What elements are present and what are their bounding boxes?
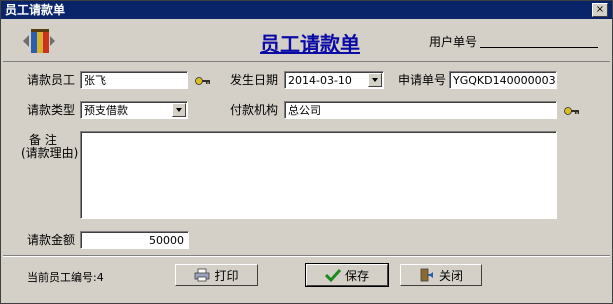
date-dropdown-icon[interactable] <box>368 73 382 87</box>
employee-lookup-icon[interactable] <box>195 76 211 86</box>
payer-label: 付款机构 <box>230 103 279 117</box>
close-button[interactable]: 关闭 <box>400 264 482 286</box>
printer-icon <box>195 268 210 282</box>
window-close-button[interactable]: × <box>592 3 608 17</box>
save-label: 保存 <box>344 268 369 283</box>
request-form-window: 员工请款单 × 员工请款单 用户单号 请款员工 张飞 发生日期 2014-03-… <box>0 0 613 304</box>
footer-divider-highlight <box>3 256 610 257</box>
type-value: 预支借款 <box>84 104 128 117</box>
date-value: 2014-03-10 <box>288 74 352 87</box>
save-button[interactable]: 保存 <box>305 263 389 287</box>
remark-textarea[interactable] <box>80 131 557 219</box>
amount-label: 请款金额 <box>27 233 76 247</box>
form-header: 员工请款单 用户单号 <box>3 21 610 62</box>
payer-input[interactable]: 总公司 <box>284 101 557 119</box>
checkmark-icon <box>324 268 341 282</box>
date-picker[interactable]: 2014-03-10 <box>284 71 384 89</box>
payer-lookup-icon[interactable] <box>564 106 580 116</box>
employee-label: 请款员工 <box>27 73 76 87</box>
request-no-label: 申请单号 <box>398 73 447 87</box>
form-title: 员工请款单 <box>260 32 360 56</box>
date-label: 发生日期 <box>230 73 279 87</box>
book-logo-icon <box>23 29 55 53</box>
exit-door-icon <box>420 268 433 282</box>
type-dropdown-icon[interactable] <box>172 103 186 117</box>
remark-sublabel: (请款理由) <box>21 146 79 160</box>
current-employee-label: 当前员工编号:4 <box>27 271 104 284</box>
print-label: 打印 <box>214 268 239 283</box>
request-no-input[interactable]: YGQKD140000003 <box>449 71 557 89</box>
amount-input[interactable]: 50000 <box>80 231 189 249</box>
employee-input[interactable]: 张飞 <box>80 71 188 89</box>
user-no-line <box>480 47 598 48</box>
type-label: 请款类型 <box>27 103 76 117</box>
window-title: 员工请款单 <box>5 3 66 17</box>
type-select[interactable]: 预支借款 <box>80 101 188 119</box>
user-no-label: 用户单号 <box>429 35 478 49</box>
print-button[interactable]: 打印 <box>175 264 258 286</box>
title-bar: 员工请款单 × <box>1 1 612 19</box>
close-label: 关闭 <box>438 268 463 283</box>
